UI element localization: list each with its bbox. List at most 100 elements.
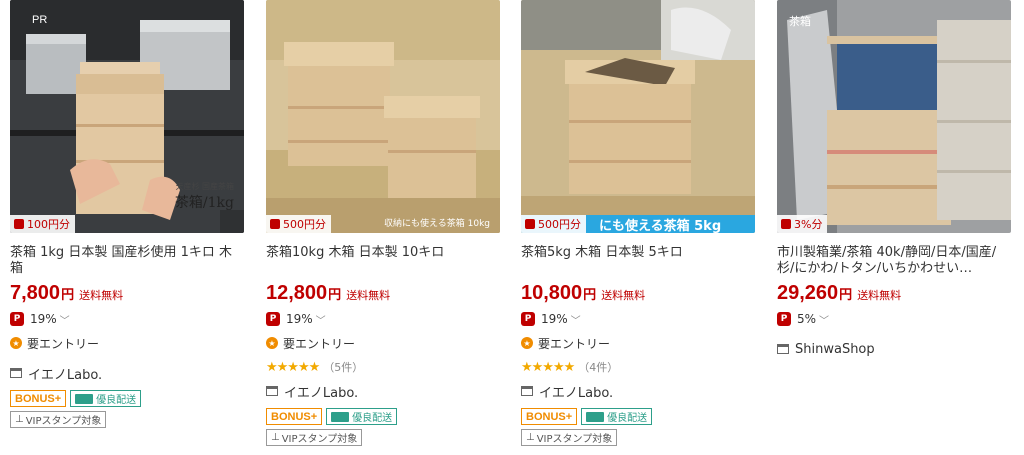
shop-row[interactable]: イエノLabo. bbox=[266, 381, 500, 401]
shop-name[interactable]: イエノLabo. bbox=[284, 382, 358, 401]
point-badge-text: 500円分 bbox=[283, 218, 326, 231]
review-count[interactable]: （4件） bbox=[578, 359, 618, 375]
product-card-4[interactable]: 茶箱 3%分 市川製箱業/茶箱 40k/静岡/日本/国産/杉/にかわ/トタン/い… bbox=[777, 0, 1011, 359]
rakuten-point-icon: P bbox=[266, 312, 280, 326]
product-title[interactable]: 茶箱10kg 木箱 日本製 10キロ bbox=[266, 245, 500, 277]
delivery-label: 優良配送 bbox=[607, 413, 648, 424]
entry-row: ★ 要エントリー bbox=[10, 333, 244, 353]
stamp-icon: ⊥ bbox=[15, 414, 24, 425]
vip-label: VIPスタンプ対象 bbox=[536, 434, 613, 445]
point-square-icon bbox=[14, 219, 24, 229]
vip-label: VIPスタンプ対象 bbox=[25, 416, 102, 427]
product-image[interactable]: 収納にも使える茶箱 10kg 500円分 bbox=[266, 0, 500, 233]
entry-star-icon: ★ bbox=[10, 337, 22, 349]
point-badge-text: 100円分 bbox=[27, 218, 70, 231]
product-photo bbox=[521, 0, 755, 233]
point-rate-row[interactable]: P 19% ﹀ bbox=[521, 309, 755, 329]
review-count[interactable]: （5件） bbox=[323, 359, 363, 375]
chevron-down-icon[interactable]: ﹀ bbox=[819, 312, 829, 327]
shop-name[interactable]: ShinwaShop bbox=[795, 342, 875, 357]
chevron-down-icon[interactable]: ﹀ bbox=[60, 312, 70, 327]
point-rate-row[interactable]: P 19% ﹀ bbox=[10, 309, 244, 329]
vip-badge: ⊥ VIPスタンプ対象 bbox=[266, 429, 363, 446]
vip-badge: ⊥ VIPスタンプ対象 bbox=[10, 411, 107, 428]
rating-row[interactable]: ★★★★★ （4件） bbox=[521, 357, 755, 377]
truck-icon bbox=[331, 411, 350, 422]
rakuten-point-icon: P bbox=[777, 312, 791, 326]
entry-star-icon: ★ bbox=[266, 337, 278, 349]
rating-stars: ★★★★★ bbox=[521, 359, 575, 375]
point-badge: 500円分 bbox=[266, 215, 331, 233]
shop-row[interactable]: ShinwaShop bbox=[777, 339, 1011, 359]
delivery-label: 優良配送 bbox=[352, 413, 393, 424]
point-badge: 500円分 bbox=[521, 215, 586, 233]
shop-icon bbox=[10, 368, 22, 378]
image-overlay-caption: 収納にも使える茶箱 10kg bbox=[384, 219, 490, 229]
price: 29,260 bbox=[777, 282, 839, 304]
yen-unit: 円 bbox=[583, 288, 597, 303]
stamp-icon: ⊥ bbox=[271, 432, 280, 443]
image-overlay-title: 茶箱 bbox=[789, 15, 811, 28]
point-badge-text: 3%分 bbox=[794, 218, 823, 231]
product-image[interactable]: PR 天産杉 国産茶箱 茶箱/1kg 100円分 bbox=[10, 0, 244, 233]
entry-required: 要エントリー bbox=[283, 336, 356, 351]
bonus-badge: BONUS+ bbox=[266, 408, 323, 425]
price-row: 7,800 円 送料無料 bbox=[10, 282, 244, 305]
rakuten-point-icon: P bbox=[521, 312, 535, 326]
shop-icon bbox=[777, 344, 789, 354]
shop-icon bbox=[266, 386, 278, 396]
product-card-3[interactable]: にも使える茶箱 5kg 500円分 茶箱5kg 木箱 日本製 5キロ 10,80… bbox=[521, 0, 755, 446]
shop-icon bbox=[521, 386, 533, 396]
product-photo bbox=[266, 0, 500, 233]
yen-unit: 円 bbox=[328, 288, 342, 303]
chevron-down-icon[interactable]: ﹀ bbox=[571, 312, 581, 327]
rakuten-point-icon: P bbox=[10, 312, 24, 326]
product-card-2[interactable]: 収納にも使える茶箱 10kg 500円分 茶箱10kg 木箱 日本製 10キロ … bbox=[266, 0, 500, 446]
shop-row[interactable]: イエノLabo. bbox=[10, 363, 244, 383]
product-image[interactable]: にも使える茶箱 5kg 500円分 bbox=[521, 0, 755, 233]
price-row: 29,260 円 送料無料 bbox=[777, 282, 1011, 305]
shop-name[interactable]: イエノLabo. bbox=[539, 382, 613, 401]
shop-row[interactable]: イエノLabo. bbox=[521, 381, 755, 401]
entry-required: 要エントリー bbox=[27, 336, 100, 351]
image-overlay-subtitle: 天産杉 国産茶箱 bbox=[175, 182, 234, 191]
rating-row[interactable]: ★★★★★ （5件） bbox=[266, 357, 500, 377]
free-shipping: 送料無料 bbox=[346, 289, 391, 302]
pr-label: PR bbox=[32, 14, 48, 26]
point-rate-row[interactable]: P 5% ﹀ bbox=[777, 309, 1011, 329]
truck-icon bbox=[75, 393, 94, 404]
tags: BONUS+ 優良配送 bbox=[266, 408, 500, 425]
price-row: 12,800 円 送料無料 bbox=[266, 282, 500, 305]
bonus-badge: BONUS+ bbox=[10, 390, 67, 407]
point-badge: 100円分 bbox=[10, 215, 75, 233]
vip-label: VIPスタンプ対象 bbox=[281, 434, 358, 445]
product-card-1[interactable]: PR 天産杉 国産茶箱 茶箱/1kg 100円分 茶箱 1kg 日本製 国産杉使… bbox=[10, 0, 244, 428]
product-photo bbox=[777, 0, 1011, 233]
yen-unit: 円 bbox=[61, 288, 75, 303]
point-rate: 19% bbox=[286, 312, 313, 326]
delivery-badge: 優良配送 bbox=[326, 408, 398, 425]
delivery-label: 優良配送 bbox=[96, 395, 137, 406]
price-row: 10,800 円 送料無料 bbox=[521, 282, 755, 305]
shop-name[interactable]: イエノLabo. bbox=[28, 364, 102, 383]
stamp-icon: ⊥ bbox=[526, 432, 535, 443]
entry-required: 要エントリー bbox=[538, 336, 611, 351]
point-badge-text: 500円分 bbox=[538, 218, 581, 231]
price: 7,800 bbox=[10, 282, 61, 304]
bonus-badge: BONUS+ bbox=[521, 408, 578, 425]
product-title[interactable]: 茶箱 1kg 日本製 国産杉使用 1キロ 木箱 bbox=[10, 245, 244, 277]
tags: BONUS+ 優良配送 bbox=[10, 390, 244, 407]
point-rate: 5% bbox=[797, 312, 817, 326]
free-shipping: 送料無料 bbox=[79, 289, 124, 302]
price: 12,800 bbox=[266, 282, 328, 304]
product-image[interactable]: 茶箱 3%分 bbox=[777, 0, 1011, 233]
tags: BONUS+ 優良配送 bbox=[521, 408, 755, 425]
chevron-down-icon[interactable]: ﹀ bbox=[316, 312, 326, 327]
product-title[interactable]: 市川製箱業/茶箱 40k/静岡/日本/国産/杉/にかわ/トタン/いちかわせい… bbox=[777, 245, 1011, 277]
entry-row: ★ 要エントリー bbox=[521, 333, 755, 353]
point-badge: 3%分 bbox=[777, 215, 828, 233]
free-shipping: 送料無料 bbox=[601, 289, 646, 302]
yen-unit: 円 bbox=[839, 288, 853, 303]
point-rate-row[interactable]: P 19% ﹀ bbox=[266, 309, 500, 329]
product-title[interactable]: 茶箱5kg 木箱 日本製 5キロ bbox=[521, 245, 755, 277]
